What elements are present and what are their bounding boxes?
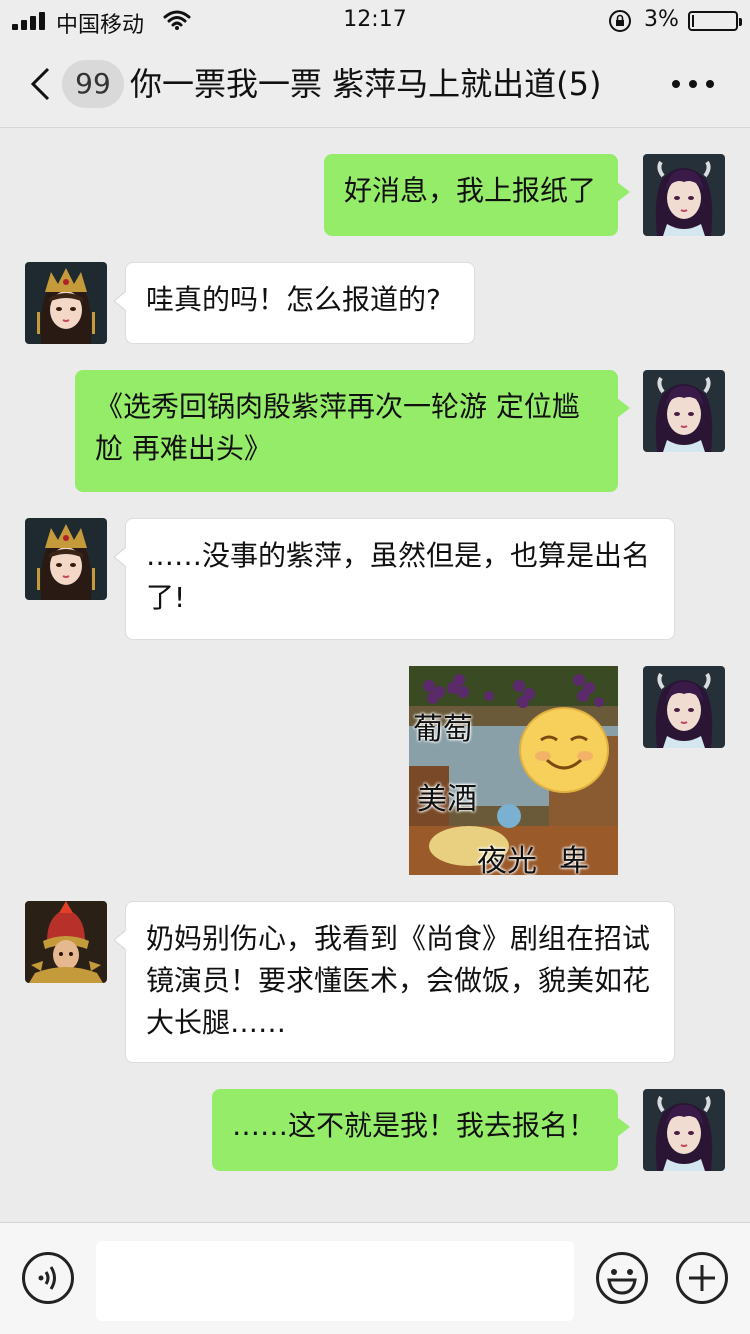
message-text: 好消息，我上报纸了 xyxy=(344,174,597,207)
add-icon[interactable] xyxy=(675,1251,729,1305)
chat-header: 99 你一票我一票 紫萍马上就出道(5) xyxy=(0,40,750,128)
chat-title: 你一票我一票 紫萍马上就出道(5) xyxy=(130,65,602,103)
avatar[interactable] xyxy=(643,1089,725,1171)
sticker-image[interactable]: 葡萄 美酒 夜光 卑 xyxy=(409,666,618,875)
sticker-caption: 葡萄 xyxy=(413,712,473,747)
avatar[interactable] xyxy=(643,154,725,236)
message-bubble-received[interactable]: 哇真的吗！怎么报道的? xyxy=(113,262,475,344)
message-bubble-sent[interactable]: 《选秀回锅肉殷紫萍再次一轮游 定位尴尬 再难出头》 xyxy=(75,370,630,492)
message-text: 《选秀回锅肉殷紫萍再次一轮游 定位尴尬 再难出头》 xyxy=(95,390,580,465)
message-text: ……这不就是我！我去报名！ xyxy=(232,1109,597,1142)
input-bar xyxy=(0,1222,750,1334)
message-bubble-sent[interactable]: ……这不就是我！我去报名！ xyxy=(212,1089,630,1171)
message-bubble-sent[interactable]: 好消息，我上报纸了 xyxy=(324,154,630,236)
message-text: 奶妈别伤心，我看到《尚食》剧组在招试镜演员！要求懂医术，会做饭，貌美如花大长腿…… xyxy=(146,922,651,1039)
message-text: 哇真的吗！怎么报道的? xyxy=(146,283,441,316)
emoji-icon[interactable] xyxy=(595,1251,649,1305)
avatar[interactable] xyxy=(25,518,107,600)
battery-percent: 3% xyxy=(644,7,679,32)
sticker-caption: 卑 xyxy=(559,844,589,875)
sticker-caption: 夜光 xyxy=(477,844,537,875)
rotation-lock-icon xyxy=(609,10,631,32)
sticker-caption: 美酒 xyxy=(417,782,477,817)
avatar[interactable] xyxy=(643,666,725,748)
voice-icon[interactable] xyxy=(21,1251,75,1305)
more-dots-icon[interactable] xyxy=(668,76,718,92)
message-input[interactable] xyxy=(96,1241,574,1321)
message-bubble-received[interactable]: 奶妈别伤心，我看到《尚食》剧组在招试镜演员！要求懂医术，会做饭，貌美如花大长腿…… xyxy=(113,901,675,1063)
chevron-left-icon[interactable] xyxy=(28,66,52,102)
avatar[interactable] xyxy=(643,370,725,452)
clock: 12:17 xyxy=(343,7,407,32)
avatar[interactable] xyxy=(25,262,107,344)
message-text: ……没事的紫萍，虽然但是，也算是出名了! xyxy=(146,539,651,614)
status-bar: 中国移动 12:17 3% xyxy=(0,0,750,40)
battery-icon xyxy=(688,11,742,31)
unread-badge[interactable]: 99 xyxy=(62,60,124,108)
message-bubble-received[interactable]: ……没事的紫萍，虽然但是，也算是出名了! xyxy=(113,518,675,640)
avatar[interactable] xyxy=(25,901,107,983)
